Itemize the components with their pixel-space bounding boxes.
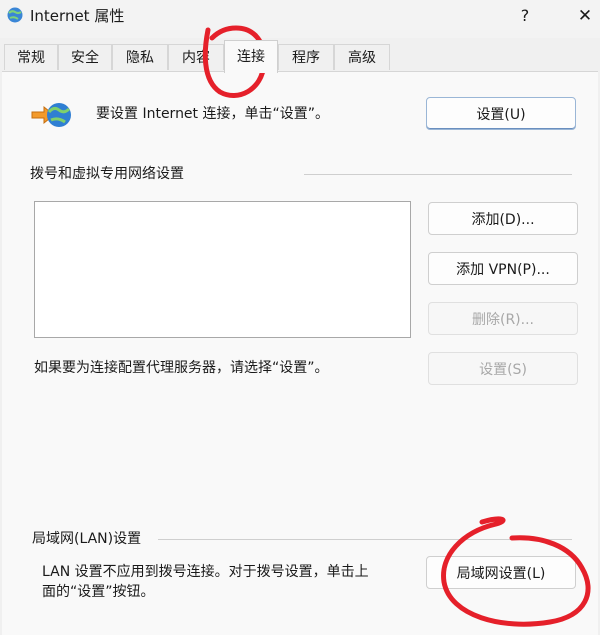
tab-general[interactable]: 常规 <box>4 44 58 70</box>
setup-instruction: 要设置 Internet 连接，单击“设置”。 <box>96 106 329 122</box>
help-button[interactable]: ? <box>512 4 538 28</box>
window-title: Internet 属性 <box>30 7 125 25</box>
connection-wizard-icon <box>31 103 71 127</box>
remove-button[interactable]: 删除(R)... <box>428 302 578 335</box>
proxy-instruction: 如果要为连接配置代理服务器，请选择“设置”。 <box>34 360 329 376</box>
add-vpn-button[interactable]: 添加 VPN(P)... <box>428 252 578 285</box>
close-button[interactable]: ✕ <box>572 4 598 28</box>
connections-list[interactable] <box>34 201 411 338</box>
tab-connections[interactable]: 连接 <box>224 40 278 73</box>
dialup-section-header: 拨号和虚拟专用网络设置 <box>30 166 184 182</box>
tab-advanced[interactable]: 高级 <box>334 44 390 70</box>
lan-instruction-line1: LAN 设置不应用到拨号连接。对于拨号设置，单击上 <box>42 564 369 580</box>
setup-button[interactable]: 设置(U) <box>426 97 576 130</box>
lan-instruction-line2: 面的“设置”按钮。 <box>42 584 155 600</box>
lan-section-header: 局域网(LAN)设置 <box>32 531 142 547</box>
tab-content[interactable]: 内容 <box>168 44 224 70</box>
internet-options-icon <box>7 7 23 23</box>
tab-privacy[interactable]: 隐私 <box>112 44 168 70</box>
tab-strip: 常规 安全 隐私 内容 连接 程序 高级 <box>0 40 600 73</box>
lan-settings-button[interactable]: 局域网设置(L) <box>426 556 576 589</box>
dialup-settings-button[interactable]: 设置(S) <box>428 352 578 385</box>
dialup-divider <box>304 174 572 175</box>
add-button[interactable]: 添加(D)... <box>428 202 578 235</box>
lan-divider <box>158 539 572 540</box>
tab-security[interactable]: 安全 <box>58 44 112 70</box>
title-bar: Internet 属性 ? ✕ <box>0 0 600 38</box>
tab-programs[interactable]: 程序 <box>278 44 334 70</box>
